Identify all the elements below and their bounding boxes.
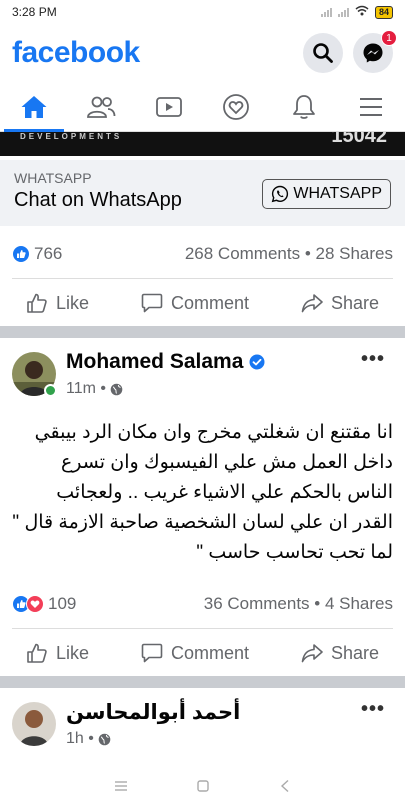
post-time: 11m •	[66, 380, 106, 397]
comment-icon	[141, 293, 163, 313]
android-nav-bar	[0, 762, 405, 810]
love-reaction-icon	[26, 595, 44, 613]
tab-home[interactable]	[0, 82, 68, 132]
post-stats: 109 36 Comments • 4 Shares	[0, 586, 405, 622]
share-icon	[301, 294, 323, 313]
menu-icon	[360, 97, 383, 116]
share-label: Share	[330, 292, 379, 313]
bell-icon	[292, 94, 315, 119]
post-options-button[interactable]: •••	[361, 348, 385, 371]
like-reaction-icon	[12, 245, 30, 263]
whatsapp-button[interactable]: WHATSAPP	[262, 179, 391, 209]
ad-banner-text: DEVELOPMENTS	[20, 132, 123, 141]
ad-cta[interactable]: WHATSAPP Chat on WhatsApp WHATSAPP	[0, 160, 405, 226]
verified-badge-icon	[249, 354, 265, 370]
like-icon	[27, 643, 47, 663]
feed-separator	[0, 326, 405, 338]
recent-apps-icon[interactable]	[114, 780, 128, 792]
search-button[interactable]	[303, 33, 343, 73]
tab-notifications[interactable]	[270, 82, 338, 131]
ad-banner-number: 15042	[331, 132, 387, 147]
author-name: Mohamed Salama	[66, 350, 244, 373]
status-icons: 84	[320, 5, 393, 19]
whatsapp-button-label: WHATSAPP	[293, 185, 382, 202]
like-button[interactable]: Like	[26, 642, 89, 664]
messenger-icon	[363, 43, 383, 63]
ad-action-bar: Like Comment Share	[0, 281, 405, 325]
comment-label: Comment	[170, 292, 249, 313]
like-label: Like	[55, 642, 89, 663]
tab-dating[interactable]	[203, 82, 271, 131]
like-icon	[27, 293, 47, 313]
messenger-badge: 1	[381, 30, 397, 46]
status-time: 3:28 PM	[12, 5, 57, 19]
friends-icon	[87, 96, 116, 118]
back-icon[interactable]	[279, 779, 291, 793]
facebook-logo[interactable]: facebook	[12, 36, 140, 70]
ad-image[interactable]: DEVELOPMENTS 15042	[0, 132, 405, 156]
post-text: انا مقتنع ان شغلتي مخرج وان مكان الرد بي…	[12, 422, 393, 563]
comment-label: Comment	[170, 642, 249, 663]
messenger-button[interactable]: 1	[353, 30, 397, 73]
post-author[interactable]: Mohamed Salama	[66, 350, 265, 374]
share-icon	[301, 644, 323, 663]
watch-icon	[155, 96, 182, 117]
comment-button[interactable]: Comment	[141, 642, 249, 664]
share-label: Share	[330, 642, 379, 663]
divider	[12, 278, 393, 279]
avatar[interactable]	[12, 702, 56, 746]
status-bar: 3:28 PM 84	[0, 0, 405, 24]
share-button[interactable]: Share	[301, 292, 379, 314]
post-engagement[interactable]: 36 Comments • 4 Shares	[204, 594, 393, 614]
ad-engagement[interactable]: 268 Comments • 28 Shares	[185, 244, 393, 264]
post-meta[interactable]: 11m •	[66, 380, 123, 398]
post-action-bar: Like Comment Share	[0, 631, 405, 675]
whatsapp-icon	[272, 185, 289, 203]
ad-reactions[interactable]: 766	[12, 244, 62, 264]
comment-icon	[141, 643, 163, 663]
search-icon	[313, 43, 333, 63]
like-button[interactable]: Like	[26, 292, 89, 314]
post-reactions-count: 109	[48, 594, 77, 613]
post-options-button[interactable]: •••	[361, 698, 385, 721]
post-header: Mohamed Salama 11m • •••	[0, 348, 405, 408]
home-icon	[21, 95, 47, 118]
signal-icon	[320, 7, 332, 17]
post-time: 1h •	[66, 730, 94, 747]
post-reactions[interactable]: 109	[12, 594, 76, 614]
battery-icon: 84	[374, 5, 393, 19]
divider	[12, 628, 393, 629]
online-indicator	[44, 384, 57, 397]
comment-button[interactable]: Comment	[141, 292, 249, 314]
author-name: أحمد أبوالمحاسن	[66, 701, 241, 724]
wifi-icon	[355, 5, 369, 19]
globe-icon	[98, 733, 111, 745]
signal-icon-2	[337, 7, 349, 17]
tab-watch[interactable]	[135, 82, 203, 131]
tab-friends[interactable]	[68, 82, 136, 131]
post-header: أحمد أبوالمحاسن 1h • •••	[0, 698, 405, 758]
share-button[interactable]: Share	[301, 642, 379, 664]
ad-reactions-count: 766	[34, 244, 63, 263]
like-label: Like	[55, 292, 89, 313]
post-author[interactable]: أحمد أبوالمحاسن	[66, 700, 240, 725]
main-nav	[0, 82, 405, 132]
post-meta[interactable]: 1h •	[66, 730, 111, 748]
app-header: facebook 1	[0, 26, 405, 80]
tab-menu[interactable]	[338, 82, 405, 131]
feed-separator	[0, 676, 405, 688]
globe-icon	[110, 383, 123, 395]
ad-stats: 766 268 Comments • 28 Shares	[0, 236, 405, 272]
dating-icon	[223, 93, 250, 120]
home-square-icon[interactable]	[196, 779, 210, 793]
